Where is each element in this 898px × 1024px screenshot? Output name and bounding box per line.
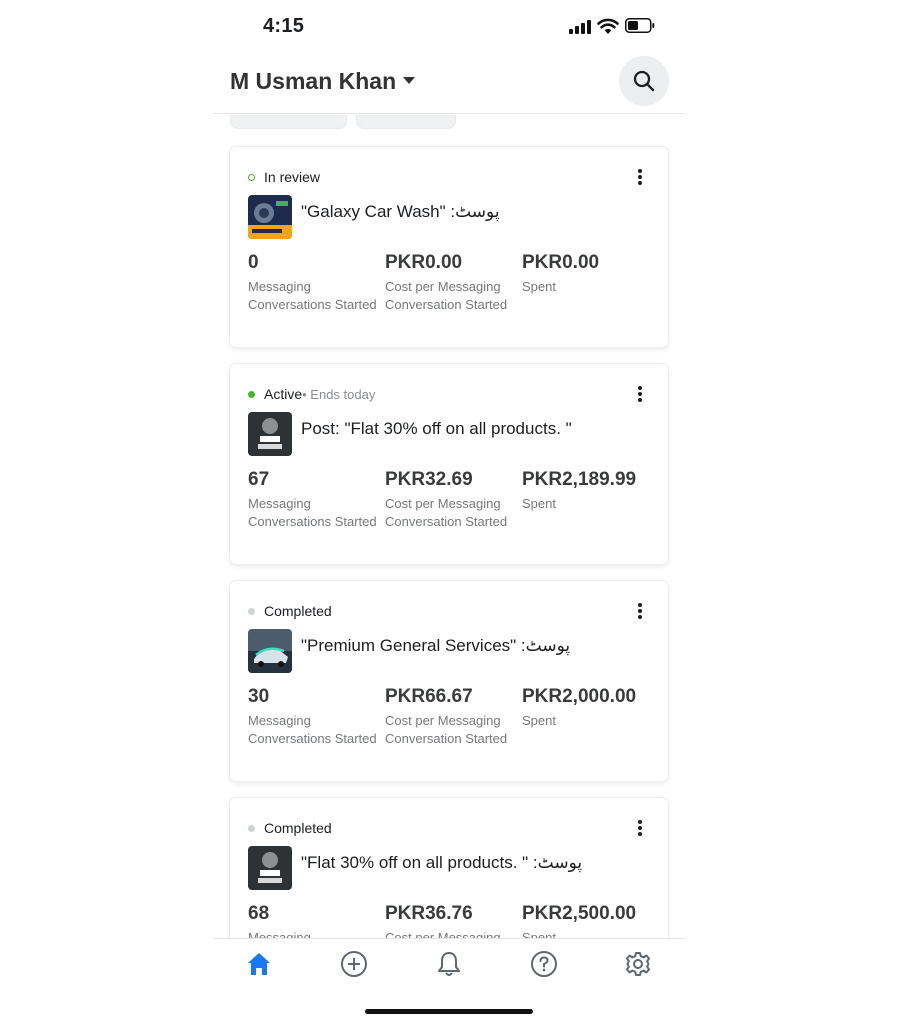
status-dot-icon: [248, 607, 255, 615]
bell-icon: [438, 952, 460, 976]
metric-cost-per-result: PKR66.67 Cost per Messaging Conversation…: [385, 685, 517, 748]
metric-label: Cost per Messaging Conversation Started: [385, 713, 508, 746]
metric-label: Messaging Conversations Started: [248, 713, 377, 746]
metric-value: 30: [248, 686, 270, 707]
post-thumbnail: [248, 846, 292, 890]
status-label: Completed: [264, 820, 332, 836]
account-name: M Usman Khan: [230, 68, 397, 94]
status-end-date: • Ends today: [302, 386, 376, 402]
more-options-button[interactable]: [632, 167, 648, 187]
metric-label: Spent: [522, 496, 556, 511]
metric-results: 30 Messaging Conversations Started: [248, 685, 380, 748]
metric-value: PKR0.00: [522, 252, 600, 273]
status-label: In review: [264, 169, 321, 185]
cellular-signal-icon: [569, 20, 591, 34]
home-indicator: [365, 1009, 533, 1014]
add-circle-icon: [341, 951, 367, 977]
metric-label: Spent: [522, 930, 556, 938]
tab-create[interactable]: [339, 949, 369, 979]
app-screen: 4:15 M Usman Khan In review "Galaxy Car …: [213, 0, 685, 1024]
campaign-status: Completed: [248, 603, 332, 619]
tab-settings[interactable]: [623, 949, 653, 979]
metric-label: Spent: [522, 713, 556, 728]
metric-results: 0 Messaging Conversations Started: [248, 251, 380, 314]
gear-icon: [626, 952, 650, 976]
post-title: "Galaxy Car Wash" :پوسٹ: [301, 202, 500, 221]
tab-home[interactable]: [244, 949, 274, 979]
campaign-card[interactable]: Completed "Premium General Services" :پو…: [230, 581, 668, 781]
help-icon: [531, 951, 557, 977]
campaign-status: In review: [248, 169, 320, 185]
app-header: M Usman Khan: [213, 52, 685, 114]
post-thumbnail: [248, 412, 292, 456]
wifi-icon: [597, 18, 619, 34]
metric-results: 67 Messaging Conversations Started: [248, 468, 380, 531]
tab-help[interactable]: [529, 949, 559, 979]
metric-value: PKR2,189.99: [522, 469, 637, 490]
metric-spent: PKR0.00 Spent: [522, 251, 654, 296]
tab-notifications[interactable]: [434, 949, 464, 979]
caret-down-icon: [403, 77, 415, 84]
status-dot-icon: [248, 390, 255, 398]
post-title: "Premium General Services" :پوسٹ: [301, 636, 571, 655]
metric-value: 67: [248, 469, 270, 490]
campaign-card[interactable]: Active • Ends today Post: "Flat 30% off …: [230, 364, 668, 564]
campaign-card[interactable]: Completed "Flat 30% off on all products.…: [230, 798, 668, 938]
status-label: Completed: [264, 603, 332, 619]
post-title: "Flat 30% off on all products. " :پوسٹ: [301, 853, 583, 872]
metric-value: PKR36.76: [385, 903, 473, 924]
campaign-list: In review "Galaxy Car Wash" :پوسٹ 0 Mess…: [213, 115, 685, 938]
metric-value: PKR2,000.00: [522, 686, 637, 707]
metric-cost-per-result: PKR36.76 Cost per Messaging Conversation…: [385, 902, 517, 938]
status-bar: 4:15: [213, 0, 685, 52]
metric-value: 68: [248, 903, 270, 924]
metric-label: Messaging Conversations Started: [248, 279, 377, 312]
metric-label: Cost per Messaging Conversation Started: [385, 930, 501, 938]
metric-label: Cost per Messaging Conversation Started: [385, 279, 508, 312]
bottom-tab-bar: [213, 938, 685, 990]
metric-label: Cost per Messaging Conversation Started: [385, 496, 508, 529]
post-thumbnail: [248, 629, 292, 673]
status-label: Active: [264, 386, 303, 402]
campaign-card[interactable]: In review "Galaxy Car Wash" :پوسٹ 0 Mess…: [230, 147, 668, 347]
campaign-status: Active • Ends today: [248, 386, 375, 402]
metric-value: PKR2,500.00: [522, 903, 637, 924]
more-options-button[interactable]: [632, 384, 648, 404]
metric-cost-per-result: PKR0.00 Cost per Messaging Conversation …: [385, 251, 517, 314]
battery-icon: [625, 18, 655, 33]
metric-value: PKR32.69: [385, 469, 473, 490]
search-button[interactable]: [619, 56, 669, 106]
post-title: Post: "Flat 30% off on all products. ": [301, 419, 572, 438]
metric-label: Spent: [522, 279, 556, 294]
post-thumbnail: [248, 195, 292, 239]
status-dot-icon: [248, 173, 255, 181]
status-time: 4:15: [263, 15, 305, 37]
more-options-button[interactable]: [632, 601, 648, 621]
metric-spent: PKR2,500.00 Spent: [522, 902, 654, 938]
home-icon: [248, 953, 270, 975]
metric-label: Messaging Conversations Started: [248, 496, 377, 529]
status-dot-icon: [248, 824, 255, 832]
campaign-status: Completed: [248, 820, 332, 836]
metric-spent: PKR2,000.00 Spent: [522, 685, 654, 730]
metric-value: PKR66.67: [385, 686, 473, 707]
metric-results: 68 Messaging Conversations Started: [248, 902, 380, 938]
search-icon: [633, 70, 655, 92]
more-options-button[interactable]: [632, 818, 648, 838]
metric-cost-per-result: PKR32.69 Cost per Messaging Conversation…: [385, 468, 517, 531]
metric-label: Messaging Conversations Started: [248, 930, 311, 938]
metric-value: 0: [248, 252, 259, 273]
metric-value: PKR0.00: [385, 252, 463, 273]
metric-spent: PKR2,189.99 Spent: [522, 468, 654, 513]
